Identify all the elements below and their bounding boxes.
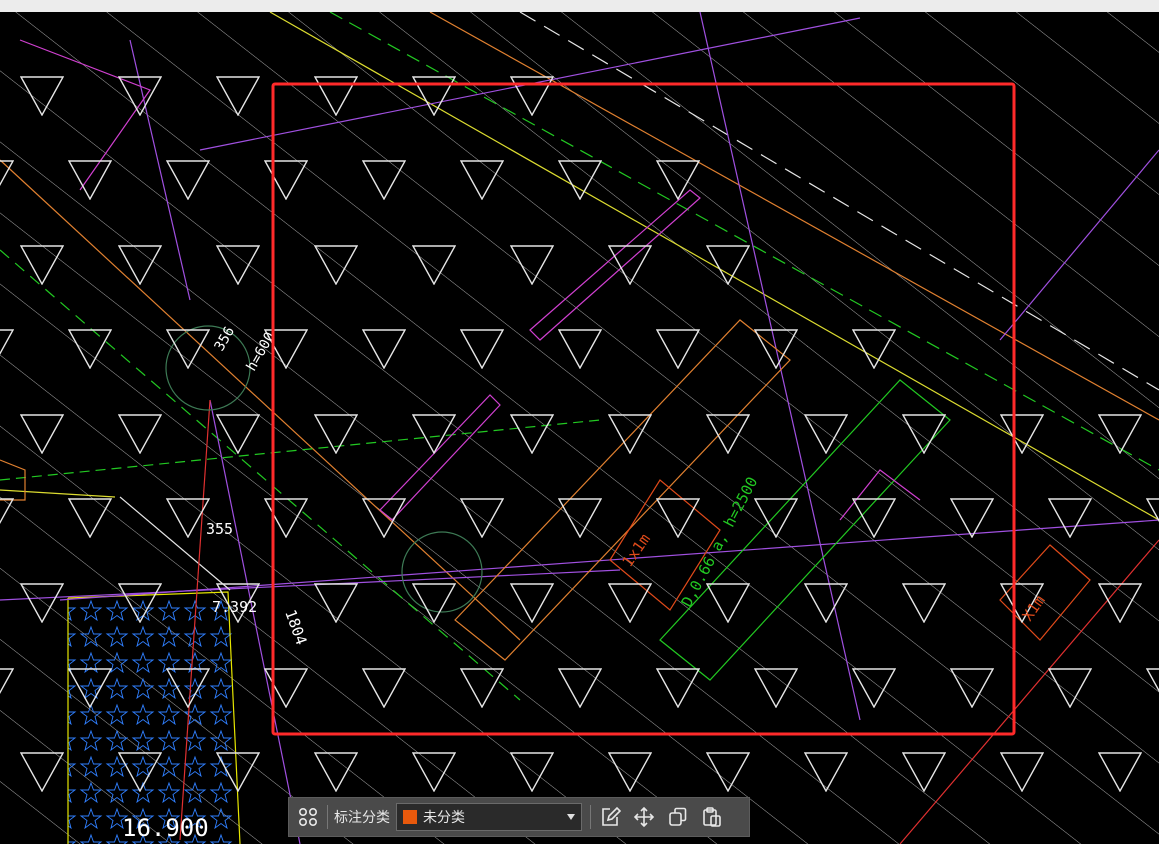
paste-icon[interactable] [697, 802, 727, 832]
top-bar [0, 0, 1159, 12]
annotation-toolbar: 标注分类 未分类 [288, 797, 750, 837]
dim-355: 355 [206, 520, 233, 538]
copy-icon[interactable] [663, 802, 693, 832]
move-icon[interactable] [629, 802, 659, 832]
category-dropdown[interactable]: 未分类 [396, 803, 582, 831]
cad-canvas[interactable]: 356 h=600 355 1804 7.392 16.900 D,0.66 a… [0, 12, 1159, 844]
elev-16900: 16.900 [122, 814, 209, 842]
category-label: 标注分类 [334, 810, 390, 826]
star-fill-region [67, 591, 241, 844]
edit-icon[interactable] [595, 802, 625, 832]
toolbar-divider [590, 805, 591, 829]
category-color-swatch [403, 810, 417, 824]
dim-7392: 7.392 [212, 598, 257, 616]
chevron-down-icon [567, 814, 575, 820]
category-selected-value: 未分类 [423, 810, 465, 826]
toolbar-divider [327, 805, 328, 829]
grid-icon[interactable] [293, 802, 323, 832]
